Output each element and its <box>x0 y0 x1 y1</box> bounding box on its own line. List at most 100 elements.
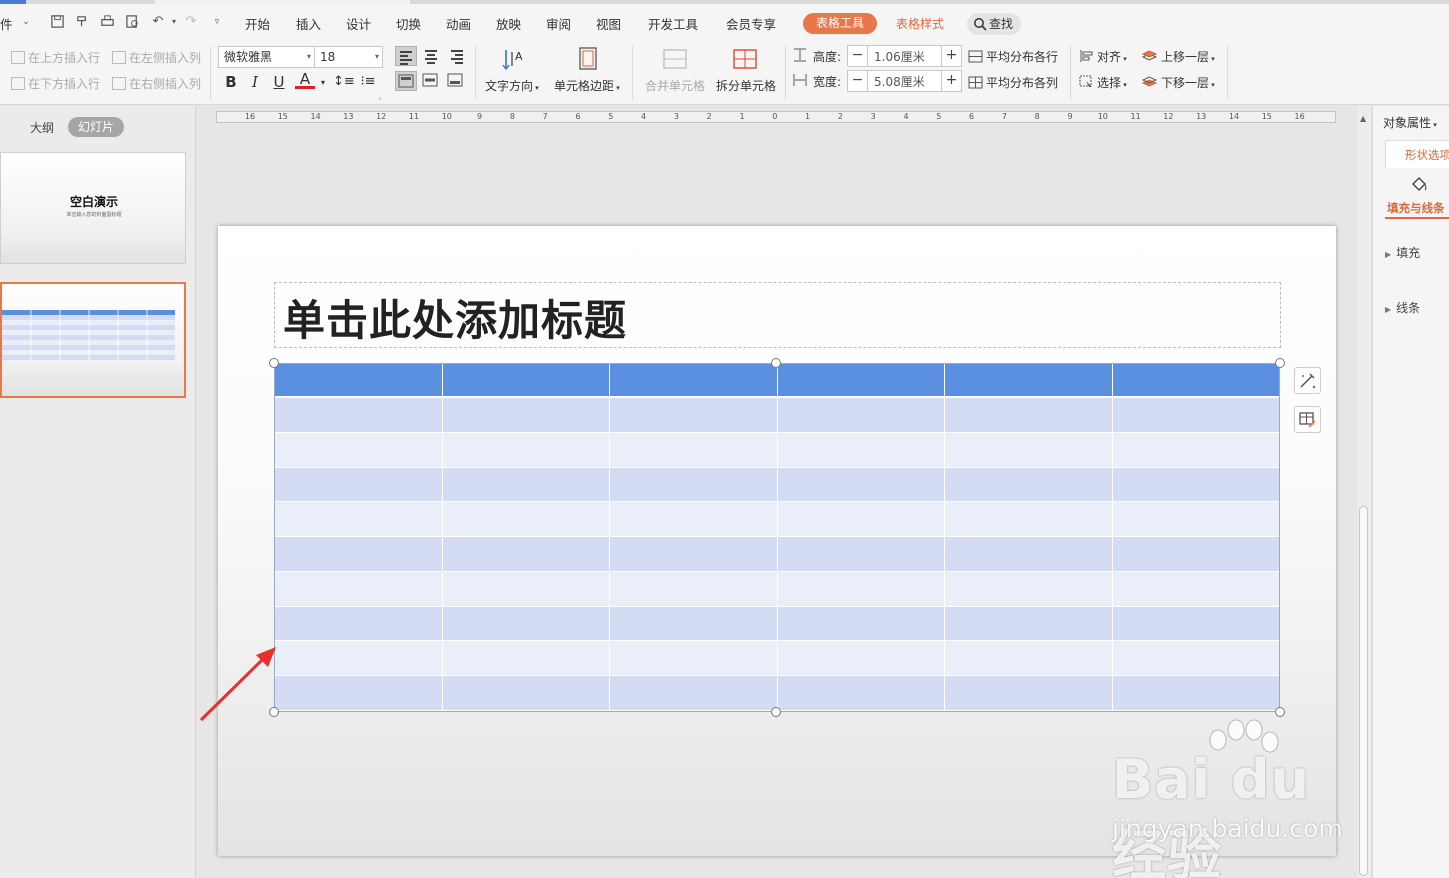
tab-home[interactable]: 开始 <box>245 14 270 33</box>
table-cell[interactable] <box>1113 502 1280 536</box>
table-cell[interactable] <box>945 502 1113 537</box>
table-cell[interactable] <box>275 641 443 676</box>
width-increase-button[interactable]: + <box>941 71 961 91</box>
table-cell[interactable] <box>945 676 1113 710</box>
valign-top-button[interactable] <box>395 71 417 91</box>
tab-view[interactable]: 视图 <box>596 14 621 33</box>
table-cell[interactable] <box>275 676 443 710</box>
insert-row-above-button[interactable]: 在上方插入行 <box>11 49 100 66</box>
table-cell[interactable] <box>1113 537 1280 571</box>
tab-transition[interactable]: 切换 <box>396 14 421 33</box>
table-cell[interactable] <box>778 364 945 396</box>
insert-col-right-button[interactable]: 在右侧插入列 <box>112 75 201 92</box>
distribute-cols-button[interactable]: 平均分布各列 <box>968 74 1058 91</box>
table-cell[interactable] <box>778 467 945 502</box>
select-button[interactable]: 选择 ▾ <box>1079 74 1127 91</box>
undo-icon[interactable]: ↶ <box>150 14 166 30</box>
table-cell[interactable] <box>778 606 945 641</box>
height-value[interactable]: 1.06厘米 <box>874 48 925 65</box>
table-cell[interactable] <box>945 432 1113 467</box>
table-cell[interactable] <box>275 467 443 502</box>
table-row[interactable] <box>275 398 1279 433</box>
tab-animation[interactable]: 动画 <box>446 14 471 33</box>
align-right-button[interactable] <box>445 46 467 66</box>
table-cell[interactable] <box>610 641 778 676</box>
table-cell[interactable] <box>945 467 1113 502</box>
fill-and-line-tab[interactable]: 填充与线条 <box>1387 200 1445 216</box>
send-backward-button[interactable]: 下移一层 ▾ <box>1141 74 1215 91</box>
scroll-up-icon[interactable]: ▲ <box>1360 114 1366 123</box>
quick-style-button[interactable] <box>1294 367 1321 394</box>
table-cell[interactable] <box>1113 433 1280 467</box>
table-cell[interactable] <box>610 364 778 396</box>
table-cell[interactable] <box>1113 398 1280 432</box>
table-cell[interactable] <box>275 398 443 432</box>
tab-table-style[interactable]: 表格样式 <box>896 15 944 32</box>
table-row[interactable] <box>275 537 1279 572</box>
title-placeholder[interactable]: 单击此处添加标题 <box>274 282 1281 348</box>
font-name-select[interactable]: 微软雅黑 ▾ <box>218 46 315 68</box>
tab-design[interactable]: 设计 <box>346 14 371 33</box>
insert-row-below-button[interactable]: 在下方插入行 <box>11 75 100 92</box>
width-value[interactable]: 5.08厘米 <box>874 73 925 90</box>
table-cell[interactable] <box>443 606 610 641</box>
table-cell[interactable] <box>275 571 443 606</box>
table-cell[interactable] <box>443 467 610 502</box>
customize-toolbar-icon[interactable]: ▿ <box>209 14 225 30</box>
table-row[interactable] <box>275 676 1279 711</box>
file-dropdown-icon[interactable]: ⌄ <box>18 14 34 30</box>
split-cells-button[interactable]: 拆分单元格 <box>716 77 776 94</box>
table-cell[interactable] <box>443 641 610 676</box>
table-cell[interactable] <box>1113 364 1280 396</box>
table-cell[interactable] <box>778 398 945 432</box>
valign-middle-button[interactable] <box>420 71 442 91</box>
table-cell[interactable] <box>275 537 443 571</box>
table-cell[interactable] <box>443 364 610 396</box>
print-icon[interactable] <box>99 14 115 30</box>
table-cell[interactable] <box>610 676 778 710</box>
slide-thumbnail-2[interactable] <box>0 282 186 398</box>
font-size-select[interactable]: 18 ▾ <box>314 46 383 68</box>
table-cell[interactable] <box>945 364 1113 396</box>
valign-bottom-button[interactable] <box>445 71 467 91</box>
table-cell[interactable] <box>778 502 945 537</box>
table-cell[interactable] <box>443 398 610 432</box>
table-cell[interactable] <box>443 537 610 571</box>
horizontal-ruler[interactable]: 16 15 14 13 12 11 10 9 8 7 6 5 4 3 2 1 0 1 2 3 4 5 6 7 8 9 10 11 12 1… <box>216 111 1336 123</box>
font-color-button[interactable]: A <box>295 71 315 89</box>
width-stepper[interactable]: − 5.08厘米 + <box>847 70 962 92</box>
font-dialog-launcher-icon[interactable]: ⌟ <box>378 93 381 101</box>
table-cell[interactable] <box>778 571 945 606</box>
title-placeholder-text[interactable]: 单击此处添加标题 <box>283 287 627 348</box>
bold-button[interactable]: B <box>221 72 241 92</box>
table-edit-button[interactable] <box>1294 406 1321 433</box>
list-icon[interactable]: ⁝≡ <box>358 72 378 92</box>
insert-col-left-button[interactable]: 在左侧插入列 <box>112 49 201 66</box>
align-center-button[interactable] <box>420 46 442 66</box>
tab-insert[interactable]: 插入 <box>296 14 321 33</box>
table-cell[interactable] <box>443 571 610 606</box>
tab-developer[interactable]: 开发工具 <box>648 14 698 33</box>
table-cell[interactable] <box>1113 676 1280 710</box>
table-cell[interactable] <box>610 398 778 432</box>
width-decrease-button[interactable]: − <box>848 71 868 91</box>
tab-shape-options[interactable]: 形状选项 <box>1385 140 1449 168</box>
height-increase-button[interactable]: + <box>941 46 961 66</box>
text-direction-button[interactable]: 文字方向 ▾ <box>485 77 539 94</box>
table-cell[interactable] <box>945 537 1113 571</box>
table-row[interactable] <box>275 606 1279 642</box>
table-row[interactable] <box>275 432 1280 468</box>
table-cell[interactable] <box>610 467 778 502</box>
align-button[interactable]: 对齐 ▾ <box>1079 48 1127 65</box>
table-cell[interactable] <box>443 676 610 710</box>
save-icon[interactable] <box>49 14 65 30</box>
align-left-button[interactable] <box>395 46 417 66</box>
table-cell[interactable] <box>945 606 1113 641</box>
resize-handle-top-right[interactable] <box>1275 358 1285 368</box>
height-stepper[interactable]: − 1.06厘米 + <box>847 45 962 67</box>
table-cell[interactable] <box>275 606 443 641</box>
table-cell[interactable] <box>945 641 1113 676</box>
line-spacing-icon[interactable]: ↕≡ <box>333 72 355 92</box>
font-color-dropdown-icon[interactable]: ▾ <box>313 73 333 93</box>
resize-handle-bottom-right[interactable] <box>1275 707 1285 717</box>
